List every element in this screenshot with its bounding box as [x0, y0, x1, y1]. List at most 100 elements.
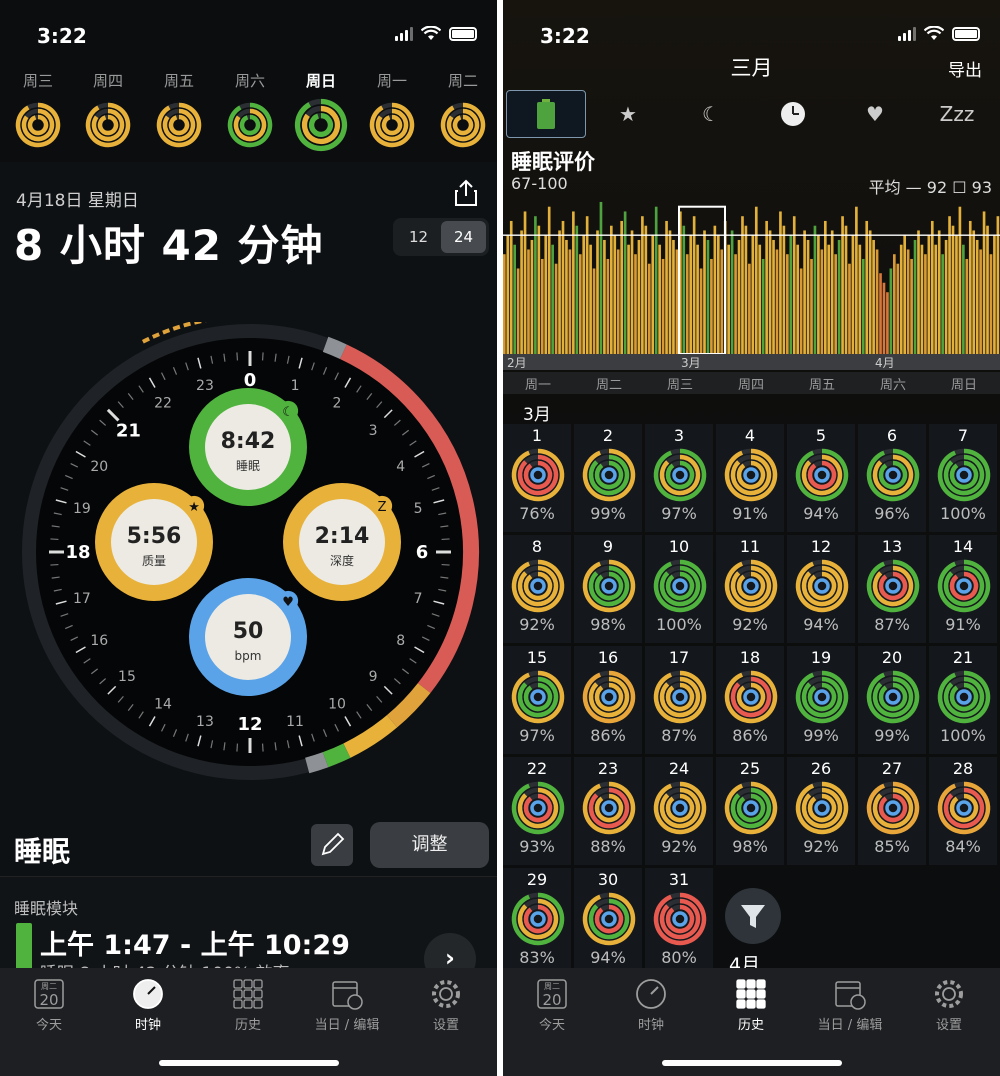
day-1[interactable]: 周四: [78, 70, 138, 157]
calendar-day[interactable]: 14 91%: [929, 535, 997, 643]
calendar-day[interactable]: 5 94%: [787, 424, 855, 532]
metric-tile-moon[interactable]: ☾ 8:42 睡眠: [189, 388, 307, 506]
metric-tab-zzz[interactable]: Zzz: [917, 90, 997, 138]
day-number: 23: [597, 759, 619, 778]
day-number: 21: [952, 648, 974, 667]
chart-bar: [682, 225, 686, 354]
export-button[interactable]: 导出: [948, 56, 982, 81]
metric-tile-star[interactable]: ★ 5:56 质量: [95, 483, 213, 601]
calendar-day[interactable]: 9 98%: [574, 535, 642, 643]
tab-gear[interactable]: 设置: [904, 976, 994, 1033]
calendar-day[interactable]: 6 96%: [858, 424, 926, 532]
calendar-day[interactable]: 27 85%: [858, 757, 926, 865]
tab-clock[interactable]: 时钟: [606, 976, 696, 1033]
calendar-day[interactable]: 20 99%: [858, 646, 926, 754]
filter-button[interactable]: [725, 888, 781, 944]
day-score: 84%: [945, 837, 981, 856]
calendar-day[interactable]: 13 87%: [858, 535, 926, 643]
chart-bar: [886, 292, 889, 354]
chart-bar: [972, 230, 976, 354]
day-label: 周三: [22, 72, 53, 90]
funnel-icon: [741, 905, 765, 928]
calendar-day[interactable]: 15 97%: [503, 646, 571, 754]
metric-tab-moon[interactable]: ☾: [671, 90, 751, 138]
calendar-day[interactable]: 22 93%: [503, 757, 571, 865]
tab-grid[interactable]: 历史: [706, 976, 796, 1033]
calendar-day[interactable]: 25 98%: [716, 757, 784, 865]
calendar-day[interactable]: 12 94%: [787, 535, 855, 643]
chart-bar: [623, 211, 627, 354]
day-rings-icon: [653, 892, 707, 946]
day-number: 11: [739, 537, 761, 556]
tab-calendar-day[interactable]: 周二 20 今天: [4, 976, 94, 1033]
tab-clock[interactable]: 时钟: [103, 976, 193, 1033]
calendar-day[interactable]: 21 100%: [929, 646, 997, 754]
day-score: 80%: [661, 948, 697, 967]
tab-calendar-edit[interactable]: 当日 / 编辑: [805, 976, 895, 1033]
day-4[interactable]: 周日: [291, 70, 351, 157]
calendar-day[interactable]: 28 84%: [929, 757, 997, 865]
adjust-button[interactable]: 调整: [370, 822, 489, 868]
day-rings-icon: [511, 670, 565, 724]
tab-gear[interactable]: 设置: [401, 976, 491, 1033]
metric-tab-battery[interactable]: [506, 90, 586, 138]
metric-tab-clock[interactable]: [753, 90, 833, 138]
day-number: 27: [881, 759, 903, 778]
day-6[interactable]: 周二: [433, 70, 493, 157]
sleep-score-chart[interactable]: 2月 3月 4月: [503, 194, 1000, 370]
calendar-day[interactable]: 3 97%: [645, 424, 713, 532]
calendar-day[interactable]: 2 99%: [574, 424, 642, 532]
metric-tab-star[interactable]: ★: [588, 90, 668, 138]
chart-bar: [513, 244, 517, 354]
badge-day: 20: [39, 991, 58, 1009]
calendar-day[interactable]: 1 76%: [503, 424, 571, 532]
day-detail: 4月18日 星期日 8 小时 42 分钟 12 24 0 1 2 3 4 5 6 7 8 9 10 1…: [0, 162, 497, 1076]
day-0[interactable]: 周三: [8, 70, 68, 157]
calendar-day[interactable]: 17 87%: [645, 646, 713, 754]
month-label: 3月: [523, 405, 551, 425]
calendar-day[interactable]: 23 88%: [574, 757, 642, 865]
calendar-day[interactable]: 16 86%: [574, 646, 642, 754]
chart-bar: [578, 254, 582, 354]
metric-tile-z[interactable]: Z 2:14 深度: [283, 483, 401, 601]
calendar-day[interactable]: 29 83%: [503, 868, 571, 976]
edit-button[interactable]: [311, 824, 353, 866]
day-2[interactable]: 周五: [149, 70, 209, 157]
day-rings-icon: [85, 102, 131, 148]
share-icon[interactable]: [451, 178, 481, 208]
day-3[interactable]: 周六: [220, 70, 280, 157]
calendar-day[interactable]: 19 99%: [787, 646, 855, 754]
day-number: 30: [597, 870, 619, 889]
hour-label: 10: [328, 697, 346, 713]
calendar-day[interactable]: 11 92%: [716, 535, 784, 643]
calendar-day[interactable]: 26 92%: [787, 757, 855, 865]
tab-calendar-day[interactable]: 周二 20 今天: [507, 976, 597, 1033]
calendar-day[interactable]: 10 100%: [645, 535, 713, 643]
mode-24-option[interactable]: 24: [441, 221, 486, 253]
day-number: 12: [810, 537, 832, 556]
metric-tab-heart[interactable]: ♥: [835, 90, 915, 138]
calendar-day[interactable]: 24 92%: [645, 757, 713, 865]
calendar-day[interactable]: 30 94%: [574, 868, 642, 976]
mode-12-option[interactable]: 12: [396, 221, 441, 253]
metric-tile-heart[interactable]: ♥ 50 bpm: [189, 578, 307, 696]
day-rings-icon: [227, 102, 273, 148]
calendar-day[interactable]: 31 80%: [645, 868, 713, 976]
tile-value: 50: [233, 619, 264, 644]
chart-bar: [689, 235, 693, 354]
chart-bar: [540, 258, 544, 354]
calendar-day[interactable]: 8 92%: [503, 535, 571, 643]
moon-icon: ☾: [282, 405, 294, 420]
chart-bar: [644, 225, 648, 354]
day-rings-icon: [582, 781, 636, 835]
chart-bar: [685, 254, 689, 354]
calendar-day[interactable]: 7 100%: [929, 424, 997, 532]
tab-grid[interactable]: 历史: [203, 976, 293, 1033]
tab-calendar-edit[interactable]: 当日 / 编辑: [302, 976, 392, 1033]
chart-bar: [720, 249, 724, 354]
calendar-day[interactable]: 18 86%: [716, 646, 784, 754]
calendar-day[interactable]: 4 91%: [716, 424, 784, 532]
day-5[interactable]: 周一: [362, 70, 422, 157]
badge-weekday: 周二: [544, 982, 560, 991]
chart-bar: [834, 254, 837, 354]
